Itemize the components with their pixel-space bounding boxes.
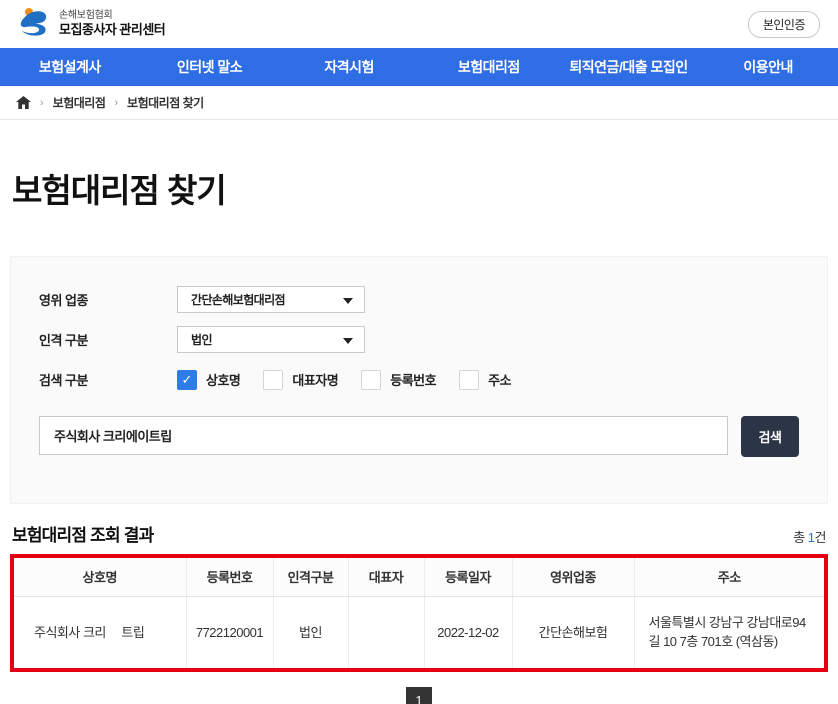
page-button-1[interactable]: 1 xyxy=(406,687,432,704)
logo-center-name: 모집종사자 관리센터 xyxy=(59,22,165,38)
header: 손해보험협회 모집종사자 관리센터 본인인증 xyxy=(0,0,838,48)
search-category-row: 검색 구분 상호명 대표자명 등록번호 주소 xyxy=(39,366,799,393)
table-row[interactable]: 주식회사 크리 트립 7722120001 법인 2022-12-02 간단손해… xyxy=(14,596,824,668)
address-checkbox[interactable] xyxy=(459,370,479,390)
cell-business-type: 간단손해보험 xyxy=(512,596,634,668)
dropdown-arrow-icon xyxy=(343,338,353,344)
logo[interactable]: 손해보험협회 모집종사자 관리센터 xyxy=(18,6,165,43)
col-header-registration-date: 등록일자 xyxy=(424,558,512,596)
entity-type-label: 인격 구분 xyxy=(39,330,177,349)
check-group-address: 주소 xyxy=(459,370,511,390)
nav-item-internet-cancellation[interactable]: 인터넷 말소 xyxy=(140,48,280,86)
pagination: 1 xyxy=(0,687,838,704)
business-name-checkbox-label[interactable]: 상호명 xyxy=(206,370,240,389)
col-header-entity-type: 인격구분 xyxy=(273,558,348,596)
nav-item-insurance-planner[interactable]: 보험설계사 xyxy=(0,48,140,86)
search-button[interactable]: 검색 xyxy=(741,416,799,457)
breadcrumb-item-agency-search[interactable]: 보험대리점 찾기 xyxy=(127,94,204,111)
business-type-row: 영위 업종 간단손해보험대리점 xyxy=(39,286,799,313)
logo-text: 손해보험협회 모집종사자 관리센터 xyxy=(59,10,165,39)
col-header-representative: 대표자 xyxy=(348,558,424,596)
representative-name-checkbox[interactable] xyxy=(263,370,283,390)
business-name-checkbox[interactable] xyxy=(177,370,197,390)
breadcrumb-separator-icon: › xyxy=(40,97,44,109)
dropdown-arrow-icon xyxy=(343,298,353,304)
search-category-label: 검색 구분 xyxy=(39,370,177,389)
logo-association-name: 손해보험협회 xyxy=(59,10,165,23)
col-header-business-name: 상호명 xyxy=(14,558,186,596)
address-checkbox-label[interactable]: 주소 xyxy=(488,370,511,389)
page-title: 보험대리점 찾기 xyxy=(12,164,838,212)
search-panel: 영위 업종 간단손해보험대리점 인격 구분 법인 검색 구분 상호명 대표자명 … xyxy=(10,256,828,504)
col-header-address: 주소 xyxy=(634,558,824,596)
business-type-select[interactable]: 간단손해보험대리점 xyxy=(177,286,365,313)
keyword-input[interactable] xyxy=(39,416,728,455)
cell-registration-date: 2022-12-02 xyxy=(424,596,512,668)
results-table-highlight: 상호명 등록번호 인격구분 대표자 등록일자 영위업종 주소 주식회사 크리 트… xyxy=(10,554,828,672)
results-title: 보험대리점 조회 결과 xyxy=(12,521,153,546)
col-header-business-type: 영위업종 xyxy=(512,558,634,596)
results-total-suffix: 건 xyxy=(815,530,826,545)
results-total-count: 1 xyxy=(808,530,815,545)
entity-type-select[interactable]: 법인 xyxy=(177,326,365,353)
nav-item-insurance-agency[interactable]: 보험대리점 xyxy=(419,48,559,86)
cell-address: 서울특별시 강남구 강남대로94길 10 7층 701호 (역삼동) xyxy=(634,596,824,668)
cell-business-name: 주식회사 크리 트립 xyxy=(14,596,186,668)
cell-registration-number: 7722120001 xyxy=(186,596,273,668)
registration-number-checkbox[interactable] xyxy=(361,370,381,390)
breadcrumb-separator-icon: › xyxy=(114,97,118,109)
check-group-registration-number: 등록번호 xyxy=(361,370,436,390)
check-group-business-name: 상호명 xyxy=(177,370,240,390)
identity-verification-button[interactable]: 본인인증 xyxy=(748,11,820,38)
registration-number-checkbox-label[interactable]: 등록번호 xyxy=(390,370,436,389)
global-nav: 보험설계사 인터넷 말소 자격시험 보험대리점 퇴직연금/대출 모집인 이용안내 xyxy=(0,48,838,86)
nav-item-pension-loan-recruiter[interactable]: 퇴직연금/대출 모집인 xyxy=(559,48,699,86)
check-group-representative-name: 대표자명 xyxy=(263,370,338,390)
entity-type-selected-value: 법인 xyxy=(191,331,212,348)
nav-item-qualification-exam[interactable]: 자격시험 xyxy=(279,48,419,86)
results-table: 상호명 등록번호 인격구분 대표자 등록일자 영위업종 주소 주식회사 크리 트… xyxy=(14,558,824,668)
representative-name-checkbox-label[interactable]: 대표자명 xyxy=(292,370,338,389)
results-total: 총 1건 xyxy=(793,527,826,546)
col-header-registration-number: 등록번호 xyxy=(186,558,273,596)
cell-entity-type: 법인 xyxy=(273,596,348,668)
entity-type-row: 인격 구분 법인 xyxy=(39,326,799,353)
business-type-label: 영위 업종 xyxy=(39,290,177,309)
nav-item-usage-guide[interactable]: 이용안내 xyxy=(698,48,838,86)
knia-logo-icon xyxy=(18,6,52,43)
breadcrumb-item-agency[interactable]: 보험대리점 xyxy=(53,94,106,111)
keyword-row: 검색 xyxy=(39,416,799,457)
home-icon[interactable] xyxy=(16,96,31,109)
cell-representative xyxy=(348,596,424,668)
results-header: 보험대리점 조회 결과 총 1건 xyxy=(12,521,826,546)
business-type-selected-value: 간단손해보험대리점 xyxy=(191,291,285,308)
breadcrumb: › 보험대리점 › 보험대리점 찾기 xyxy=(0,86,838,120)
results-total-prefix: 총 xyxy=(793,530,808,545)
table-header-row: 상호명 등록번호 인격구분 대표자 등록일자 영위업종 주소 xyxy=(14,558,824,596)
